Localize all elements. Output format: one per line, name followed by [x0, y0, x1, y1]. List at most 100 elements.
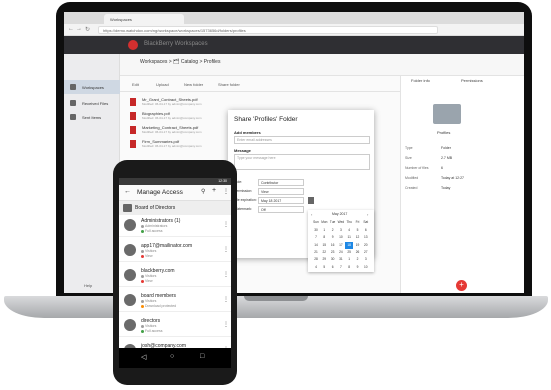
status-dot-icon	[141, 230, 144, 233]
upload-button[interactable]: Upload	[156, 82, 169, 87]
permission-select[interactable]: View	[258, 188, 304, 195]
prev-month-icon[interactable]: ‹	[311, 212, 312, 217]
forward-icon[interactable]: →	[76, 26, 82, 32]
calendar-day[interactable]: 6	[362, 227, 370, 234]
calendar-day[interactable]: 23	[329, 249, 337, 256]
calendar-day[interactable]: 27	[362, 249, 370, 256]
calendar-day[interactable]: 4	[345, 227, 353, 234]
access-list-item[interactable]: app17@mailinator.com Visitors View ⋮	[119, 240, 231, 262]
calendar-day[interactable]: 1	[345, 256, 353, 263]
calendar-day[interactable]: 6	[329, 264, 337, 271]
calendar-day[interactable]: 24	[337, 249, 345, 256]
weekday-label: Tue	[329, 220, 336, 224]
weekday-label: Thu	[346, 220, 352, 224]
user-group-avatar-icon	[124, 269, 136, 281]
calendar-day[interactable]: 4	[312, 264, 320, 271]
calendar-day[interactable]: 10	[362, 264, 370, 271]
watermark-select[interactable]: Off	[258, 206, 304, 213]
calendar-day[interactable]: 9	[354, 264, 362, 271]
calendar-day[interactable]: 7	[312, 234, 320, 241]
url-input[interactable]: https://demo.watchdox.com/ng/workspace/w…	[98, 26, 438, 34]
calendar-day[interactable]: 20	[362, 242, 370, 249]
member-detail: Full access	[145, 229, 163, 233]
calendar-day[interactable]: 22	[320, 249, 328, 256]
calendar-day[interactable]: 19	[354, 242, 362, 249]
access-list-item[interactable]: blackberry.com Visitors View ⋮	[119, 265, 231, 287]
add-members-input[interactable]: Enter email addresses	[234, 136, 370, 144]
sidebar-item-workspaces[interactable]: Workspaces	[64, 80, 120, 94]
calendar-day[interactable]: 2	[354, 256, 362, 263]
calendar-day[interactable]: 28	[312, 256, 320, 263]
edit-button[interactable]: Edit	[132, 82, 139, 87]
role-select[interactable]: Contributor	[258, 179, 304, 186]
calendar-day[interactable]: 8	[345, 264, 353, 271]
reload-icon[interactable]: ↻	[85, 26, 90, 33]
user-group-avatar-icon	[124, 319, 136, 331]
calendar-day[interactable]: 9	[329, 234, 337, 241]
add-icon[interactable]: +	[212, 187, 216, 194]
calendar-day[interactable]: 7	[337, 264, 345, 271]
back-icon[interactable]: ←	[68, 26, 74, 32]
calendar-day[interactable]: 16	[329, 242, 337, 249]
nav-back-icon[interactable]: ◁	[141, 353, 146, 361]
file-row[interactable]: Mr_Grant_Contract_Sheets.pdf Modified: 06…	[130, 96, 280, 109]
calendar-day[interactable]: 31	[337, 256, 345, 263]
message-label: Message	[234, 148, 251, 153]
calendar-day[interactable]: 10	[337, 234, 345, 241]
item-more-icon[interactable]: ⋮	[223, 246, 229, 253]
sidebar-item-sent[interactable]: Sent Items	[64, 110, 120, 124]
calendar-day[interactable]: 2	[329, 227, 337, 234]
calendar-day[interactable]: 12	[354, 234, 362, 241]
calendar-day[interactable]: 3	[362, 256, 370, 263]
calendar-day[interactable]: 5	[320, 264, 328, 271]
item-more-icon[interactable]: ⋮	[223, 321, 229, 328]
add-members-label: Add members	[234, 130, 261, 135]
nav-recents-icon[interactable]: □	[200, 353, 204, 360]
calendar-day[interactable]: 30	[312, 227, 320, 234]
access-list-item[interactable]: directors Visitors Full access ⋮	[119, 315, 231, 337]
calendar-day[interactable]: 5	[354, 227, 362, 234]
calendar-icon[interactable]	[308, 197, 314, 204]
next-month-icon[interactable]: ›	[367, 212, 368, 217]
nav-home-icon[interactable]: ○	[170, 353, 174, 360]
calendar-day[interactable]: 29	[320, 256, 328, 263]
search-icon[interactable]: ⚲	[201, 188, 205, 195]
overflow-menu-icon[interactable]: ⋮	[223, 188, 229, 195]
tab-permissions[interactable]: Permissions	[461, 78, 483, 83]
browser-tab[interactable]: Workspaces	[104, 14, 184, 24]
calendar-day[interactable]: 13	[362, 234, 370, 241]
pdf-icon	[130, 126, 136, 134]
calendar-day[interactable]: 14	[312, 242, 320, 249]
item-more-icon[interactable]: ⋮	[223, 221, 229, 228]
calendar-day[interactable]: 8	[320, 234, 328, 241]
app-title: BlackBerry Workspaces	[144, 41, 208, 47]
help-link[interactable]: Help	[84, 283, 92, 288]
calendar-day[interactable]: 3	[337, 227, 345, 234]
calendar-day[interactable]: 25	[345, 249, 353, 256]
sidebar-item-received[interactable]: Received Files	[64, 96, 120, 110]
calendar-day[interactable]: 21	[312, 249, 320, 256]
item-more-icon[interactable]: ⋮	[223, 296, 229, 303]
member-detail: Visitors	[145, 274, 157, 278]
access-list-item[interactable]: board members Visitors Download protected ⋮	[119, 290, 231, 312]
new-folder-button[interactable]: New folder	[184, 82, 203, 87]
share-folder-button[interactable]: Share folder	[218, 82, 240, 87]
calendar-day[interactable]: 11	[345, 234, 353, 241]
calendar-day[interactable]: 15	[320, 242, 328, 249]
status-dot-icon	[141, 280, 144, 283]
add-fab-button[interactable]: +	[456, 280, 467, 291]
weekday-label: Sun	[313, 220, 319, 224]
calendar-day[interactable]: 26	[354, 249, 362, 256]
calendar-day[interactable]: 18	[345, 241, 354, 249]
breadcrumb-text: Workspaces > 🗂 Catalog > Profiles	[140, 59, 221, 65]
access-list-item[interactable]: Administrators (1) Administrators Full acc…	[119, 215, 231, 237]
back-arrow-icon[interactable]: ←	[124, 188, 131, 195]
message-input[interactable]: Type your message here	[234, 154, 370, 170]
tab-folder-info[interactable]: Folder info	[411, 78, 430, 83]
calendar-day[interactable]: 17	[337, 242, 345, 249]
expiration-input[interactable]: May 18 2017	[258, 197, 304, 204]
calendar-day[interactable]: 1	[320, 227, 328, 234]
send-icon	[70, 114, 76, 120]
item-more-icon[interactable]: ⋮	[223, 271, 229, 278]
calendar-day[interactable]: 30	[329, 256, 337, 263]
